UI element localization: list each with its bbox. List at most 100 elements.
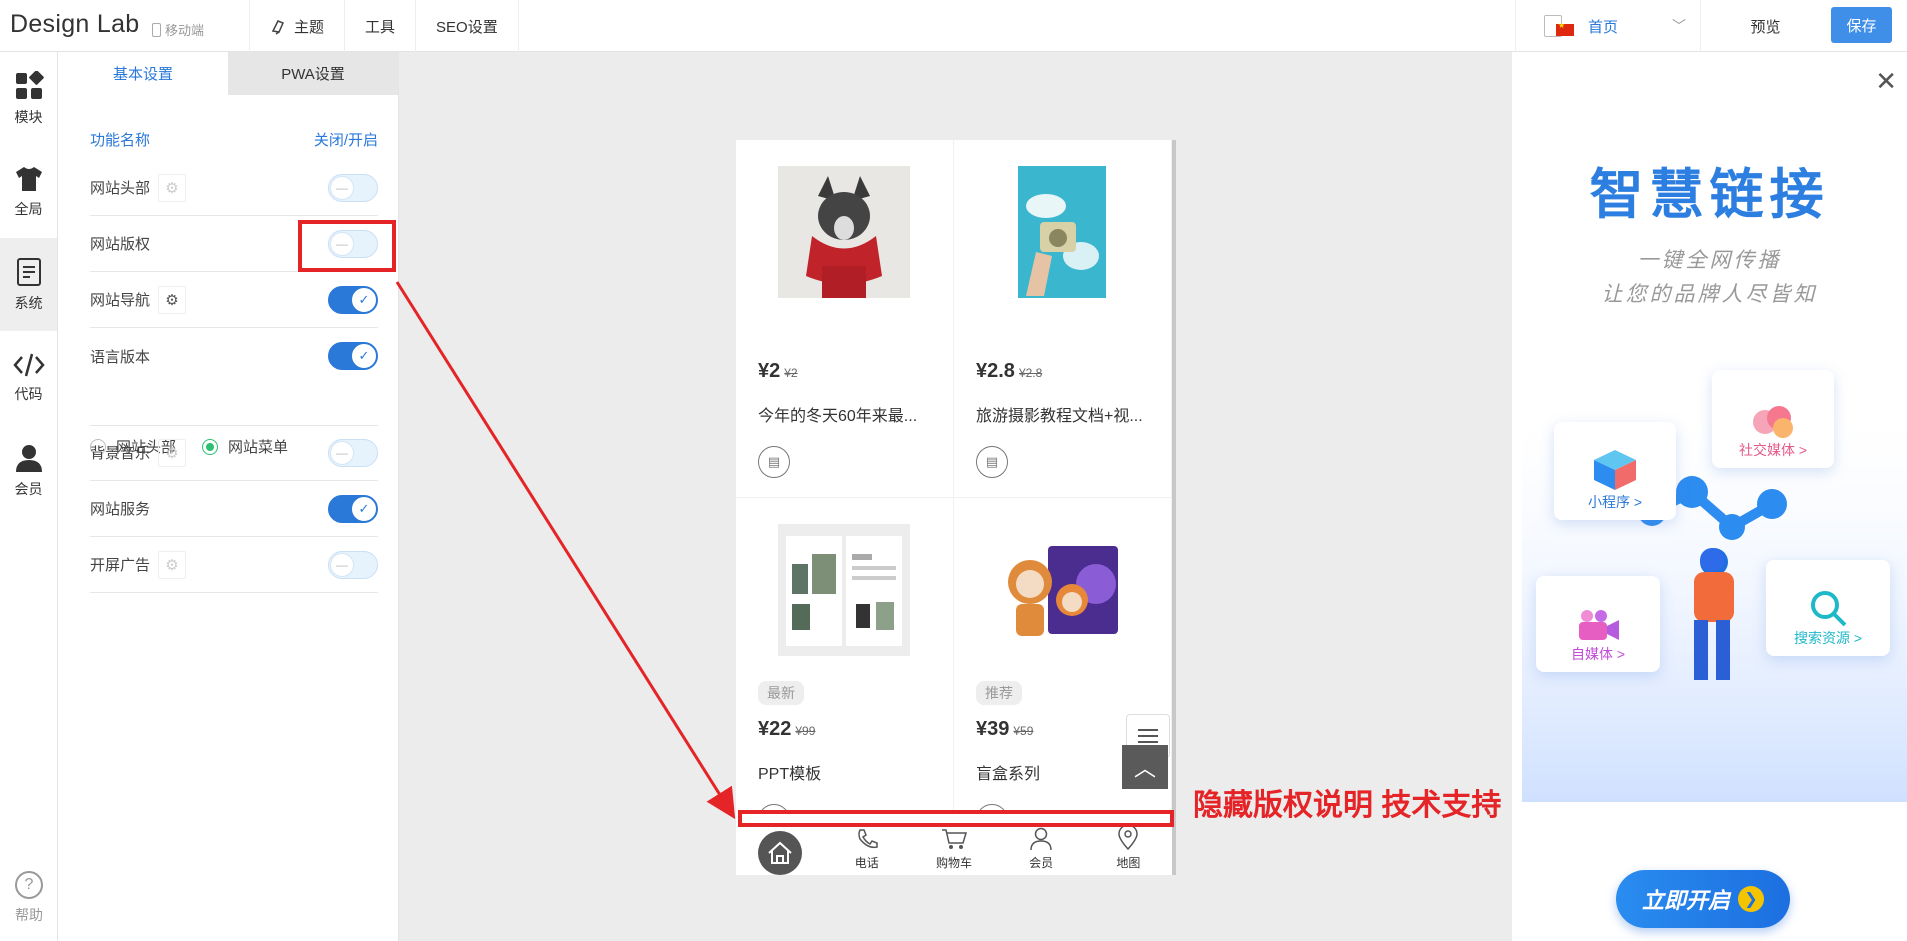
promo-subtitle: 一键全网传播 bbox=[1637, 249, 1782, 272]
cta-label: 立即开启 bbox=[1641, 888, 1730, 913]
setting-row-music: 背景音乐 ⚙ — bbox=[90, 425, 378, 481]
cube-icon bbox=[1594, 450, 1636, 490]
search-resource-card[interactable]: 搜索资源 > bbox=[1766, 560, 1890, 656]
toggle-switch[interactable]: ✓ bbox=[328, 495, 378, 523]
tab-basic-settings[interactable]: 基本设置 bbox=[58, 52, 228, 95]
video-camera-icon bbox=[1579, 610, 1619, 640]
nav-home[interactable] bbox=[745, 831, 815, 875]
toggle-switch[interactable]: ✓ bbox=[328, 342, 378, 370]
comment-icon[interactable]: ▤ bbox=[758, 446, 790, 478]
shirt-icon bbox=[15, 166, 42, 191]
close-icon[interactable]: ✕ bbox=[1875, 66, 1897, 97]
product-card[interactable]: ¥2.8 ¥2.8 旅游摄影教程文档+视... ▤ bbox=[954, 140, 1172, 498]
toggle-knob: — bbox=[330, 176, 354, 200]
theme-menu[interactable]: 主题 bbox=[250, 0, 346, 52]
mobile-mode-toggle[interactable]: 移动端 bbox=[152, 20, 204, 39]
tools-label: 工具 bbox=[365, 18, 396, 36]
mini-program-card[interactable]: 小程序 > bbox=[1554, 422, 1676, 520]
product-title: 今年的冬天60年来最... bbox=[758, 408, 918, 425]
social-media-card[interactable]: 社交媒体 > bbox=[1712, 370, 1834, 468]
setting-row-header: 网站头部 ⚙ — bbox=[90, 160, 378, 216]
promo-panel: ✕ 智慧链接 一键全网传播 让您的品牌人尽皆知 社交媒体 > 小程序 > 自媒体… bbox=[1512, 52, 1907, 941]
seo-label: SEO设置 bbox=[436, 18, 498, 36]
map-pin-icon bbox=[1118, 825, 1139, 851]
col-toggle-header: 关闭/开启 bbox=[313, 132, 378, 149]
top-bar: Design Lab 移动端 主题 工具 SEO设置 首页 ﹀ 预览 保存 bbox=[0, 0, 1907, 52]
toggle-switch[interactable]: — bbox=[328, 439, 378, 467]
product-title: PPT模板 bbox=[758, 766, 822, 783]
social-bubbles-icon bbox=[1753, 406, 1793, 438]
product-badge: 最新 bbox=[758, 681, 804, 705]
seo-menu[interactable]: SEO设置 bbox=[416, 0, 519, 52]
grid-icon bbox=[15, 70, 44, 99]
nav-member[interactable]: 会员 bbox=[1006, 827, 1076, 871]
rail-label: 会员 bbox=[14, 480, 43, 497]
setting-label: 网站导航 bbox=[90, 292, 151, 309]
theme-label: 主题 bbox=[294, 18, 325, 36]
nav-label: 购物车 bbox=[935, 856, 972, 870]
help-button[interactable]: ? 帮助 bbox=[0, 871, 58, 925]
product-card[interactable]: 最新 ¥22¥99 PPT模板 ▤ bbox=[736, 498, 954, 856]
blind-box-toy-image bbox=[996, 524, 1128, 656]
toggle-switch[interactable]: ✓ bbox=[328, 286, 378, 314]
toggle-switch[interactable]: — bbox=[328, 174, 378, 202]
dog-scarf-image bbox=[778, 166, 910, 298]
product-card[interactable]: ¥2 ¥2 今年的冬天60年来最... ▤ bbox=[736, 140, 954, 498]
rail-item-global[interactable]: 全局 bbox=[0, 145, 57, 238]
toggle-knob: — bbox=[330, 441, 354, 465]
document-icon bbox=[16, 257, 41, 286]
annotation-label: 隐藏版权说明 技术支持 bbox=[1193, 789, 1502, 822]
highlight-copyright-bar bbox=[738, 810, 1174, 827]
brush-icon bbox=[271, 20, 285, 35]
col-name-header: 功能名称 bbox=[90, 132, 151, 149]
comment-icon[interactable]: ▤ bbox=[976, 446, 1008, 478]
self-media-card[interactable]: 自媒体 > bbox=[1536, 576, 1660, 672]
product-price: ¥22 ¥99 bbox=[758, 718, 816, 740]
nav-phone[interactable]: 电话 bbox=[832, 827, 902, 871]
rail-item-modules[interactable]: 模块 bbox=[0, 52, 57, 145]
back-to-top-button[interactable]: ︿ bbox=[1122, 745, 1168, 789]
gear-icon[interactable]: ⚙ bbox=[158, 285, 187, 314]
start-now-button[interactable]: 立即开启 ❯ bbox=[1616, 870, 1790, 928]
toggle-knob: — bbox=[330, 553, 354, 577]
scrollbar[interactable] bbox=[1172, 140, 1176, 875]
preview-button[interactable]: 预览 bbox=[1700, 0, 1830, 52]
check-icon: ✓ bbox=[352, 344, 376, 368]
product-price: ¥39 ¥59 bbox=[976, 718, 1034, 740]
promo-headline: 智慧链接 bbox=[1589, 165, 1830, 225]
gear-icon[interactable]: ⚙ bbox=[158, 438, 187, 467]
mobile-label: 移动端 bbox=[165, 23, 205, 38]
gear-icon[interactable]: ⚙ bbox=[158, 173, 187, 202]
gear-icon[interactable]: ⚙ bbox=[158, 550, 187, 579]
rail-label: 全局 bbox=[14, 200, 43, 217]
setting-label: 语言版本 bbox=[90, 348, 151, 366]
chevron-up-icon: ︿ bbox=[1133, 756, 1156, 781]
page-selector[interactable]: 首页 ﹀ bbox=[1515, 0, 1700, 52]
user-icon bbox=[1030, 827, 1052, 851]
settings-header: 功能名称 关闭/开启 bbox=[90, 129, 378, 150]
nav-cart[interactable]: 购物车 bbox=[919, 827, 989, 871]
nav-label: 地图 bbox=[1116, 856, 1141, 870]
search-icon bbox=[1811, 591, 1847, 627]
current-page-label: 首页 bbox=[1588, 18, 1619, 36]
rail-item-code[interactable]: 代码 bbox=[0, 331, 57, 424]
product-card[interactable]: 推荐 ¥39¥59 盲盒系列 ▤ bbox=[954, 498, 1172, 856]
top-nav: 主题 工具 SEO设置 bbox=[249, 0, 519, 52]
setting-row-service: 网站服务 ✓ bbox=[90, 481, 378, 537]
rail-item-member[interactable]: 会员 bbox=[0, 424, 57, 517]
tools-menu[interactable]: 工具 bbox=[345, 0, 417, 52]
app-logo: Design Lab bbox=[10, 10, 140, 38]
product-badge: 推荐 bbox=[976, 681, 1022, 705]
toggle-switch[interactable]: — bbox=[328, 551, 378, 579]
rail-label: 模块 bbox=[14, 108, 43, 125]
chevron-down-icon: ﹀ bbox=[1672, 18, 1686, 34]
code-icon bbox=[12, 353, 45, 376]
save-button[interactable]: 保存 bbox=[1831, 7, 1892, 43]
left-rail: 模块 全局 系统 代码 会员 ? 帮助 bbox=[0, 52, 58, 941]
settings-tabs: 基本设置 PWA设置 bbox=[58, 52, 398, 95]
rail-item-system[interactable]: 系统 bbox=[0, 238, 57, 331]
nav-map[interactable]: 地图 bbox=[1093, 825, 1163, 871]
product-title: 旅游摄影教程文档+视... bbox=[976, 408, 1143, 425]
tab-pwa-settings[interactable]: PWA设置 bbox=[228, 52, 398, 95]
nav-label: 电话 bbox=[854, 856, 879, 870]
